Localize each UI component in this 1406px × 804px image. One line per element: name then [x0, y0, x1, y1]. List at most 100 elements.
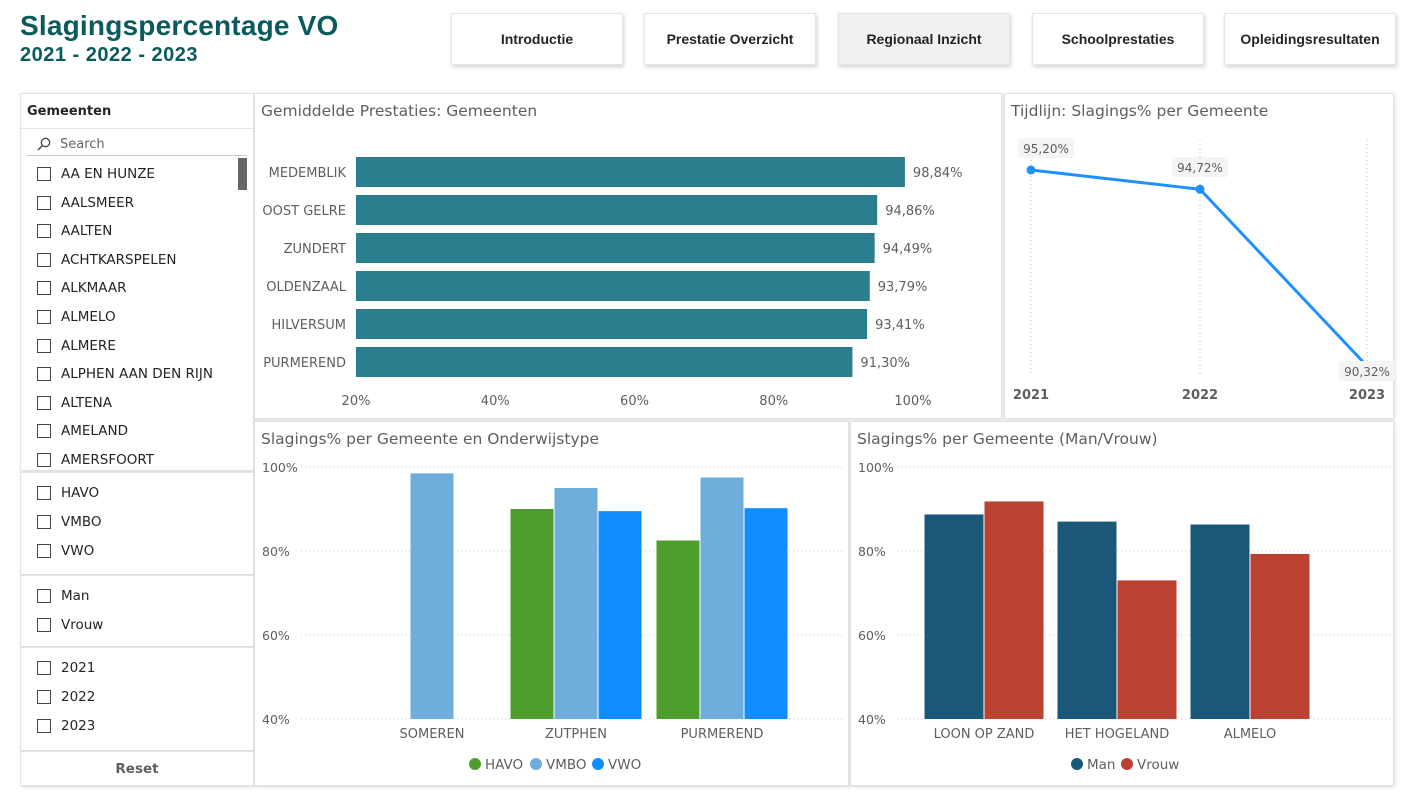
jaar-item-label: 2021 — [61, 660, 96, 676]
slicer-search-input[interactable]: Search — [27, 134, 247, 156]
line-chart-svg: 95,20% 2021 94,72% 2022 90,32% 2023 — [1013, 138, 1395, 403]
bar-purmerend-havo[interactable] — [656, 540, 700, 720]
gemeente-item-aalten[interactable]: AALTEN — [37, 221, 112, 241]
gemeenten-slicer: Gemeenten Search AA EN HUNZE AALSMEER AALT… — [20, 93, 255, 471]
gemeente-item-almelo[interactable]: ALMELO — [37, 307, 116, 327]
bar-purmerend-vmbo[interactable] — [700, 477, 744, 720]
checkbox[interactable] — [37, 395, 51, 410]
checkbox[interactable] — [37, 486, 51, 500]
bar-oldenzaal[interactable] — [356, 271, 870, 301]
geslacht-item-label: Man — [61, 588, 90, 604]
bar-het-hogeland-vrouw[interactable] — [1117, 580, 1177, 719]
nav-schoolprestaties-button[interactable]: Schoolprestaties — [1032, 13, 1204, 65]
slicer-scrollbar-thumb[interactable] — [238, 158, 247, 190]
checkbox[interactable] — [37, 424, 51, 439]
checkbox[interactable] — [37, 690, 51, 704]
bar-loon-op-zand-man[interactable] — [924, 514, 984, 719]
bar-oost-gelre[interactable] — [356, 195, 878, 225]
line-data-label: 95,20% — [1023, 142, 1069, 156]
bar-purmerend-vwo[interactable] — [744, 508, 788, 719]
checkbox[interactable] — [37, 453, 51, 467]
checkbox[interactable] — [37, 544, 51, 558]
bar-data-label: 98,84% — [913, 166, 963, 181]
gemeenten-slicer-title: Gemeenten — [27, 104, 112, 119]
gender-chart-svg: 100% 80% 60% 40% LOON OP ZAND HET HOGELAND ALM… — [858, 460, 1391, 773]
y-tick-label: 100% — [858, 460, 894, 475]
bar-almelo-vrouw[interactable] — [1250, 553, 1310, 719]
checkbox[interactable] — [37, 589, 51, 603]
legend-marker-vmbo — [530, 758, 542, 770]
legend-marker-vrouw — [1121, 758, 1133, 770]
bar-loon-op-zand-vrouw[interactable] — [984, 501, 1044, 719]
geslacht-item-man[interactable]: Man — [37, 586, 89, 606]
gemeente-item-label: ALMELO — [61, 309, 116, 325]
bar-zutphen-vwo[interactable] — [598, 511, 642, 719]
bar-someren-vmbo[interactable] — [410, 473, 454, 719]
x-tick-label: SOMEREN — [400, 727, 465, 742]
gemeente-item-alkmaar[interactable]: ALKMAAR — [37, 278, 126, 298]
checkbox[interactable] — [37, 310, 51, 324]
gemeente-item-alphen-aan-den-rijn[interactable]: ALPHEN AAN DEN RIJN — [37, 364, 213, 384]
onderwijstype-item-label: HAVO — [61, 485, 100, 501]
gemeente-item-label: ACHTKARSPELEN — [61, 251, 177, 268]
bar-almelo-man[interactable] — [1190, 524, 1250, 719]
checkbox[interactable] — [37, 719, 51, 733]
gemeente-item-label: ALTENA — [61, 394, 113, 411]
reset-button[interactable]: Reset — [20, 751, 254, 786]
checkbox[interactable] — [37, 252, 51, 267]
bar-hilversum[interactable] — [356, 309, 868, 339]
bar-zutphen-havo[interactable] — [510, 509, 554, 719]
jaar-item-2023[interactable]: 2023 — [37, 716, 95, 736]
data-point[interactable] — [1026, 165, 1036, 175]
tijdlijn-chart: Tijdlijn: Slagings% per Gemeente 95,20% 2… — [1004, 93, 1395, 419]
gemeente-item-label: AMELAND — [61, 423, 128, 440]
bar-medemblik[interactable] — [356, 157, 905, 187]
y-tick-label: 80% — [858, 544, 886, 559]
bar-data-label: 93,41% — [875, 318, 925, 333]
bar-zutphen-vmbo[interactable] — [554, 488, 598, 719]
gemeente-item-almere[interactable]: ALMERE — [37, 336, 116, 356]
series-line — [1030, 168, 1369, 368]
nav-introductie-button[interactable]: Introductie — [451, 13, 623, 65]
onderwijstype-item-vmbo[interactable]: VMBO — [37, 512, 102, 532]
y-tick-label: 60% — [262, 628, 290, 643]
bar-category-label: OLDENZAAL — [266, 280, 346, 295]
checkbox[interactable] — [37, 367, 51, 382]
data-point[interactable] — [1195, 184, 1205, 194]
onderwijstype-item-vwo[interactable]: VWO — [37, 541, 94, 561]
nav-regionaal-inzicht-button[interactable]: Regionaal Inzicht — [838, 13, 1010, 65]
checkbox[interactable] — [37, 661, 51, 675]
search-placeholder: Search — [60, 137, 105, 152]
gemeente-item-aalsmeer[interactable]: AALSMEER — [37, 193, 134, 213]
gemeente-item-amersfoort[interactable]: AMERSFOORT — [37, 450, 154, 470]
x-tick-label: 100% — [894, 394, 931, 409]
onderwijstype-item-havo[interactable]: HAVO — [37, 483, 99, 503]
jaar-item-2021[interactable]: 2021 — [37, 658, 95, 678]
bar-purmerend[interactable] — [356, 347, 853, 377]
bar-het-hogeland-man[interactable] — [1057, 521, 1117, 719]
x-tick-label: 40% — [481, 394, 510, 409]
checkbox[interactable] — [37, 224, 51, 239]
jaar-slicer: 2021 2022 2023 — [20, 647, 254, 751]
bar-zundert[interactable] — [356, 233, 875, 263]
geslacht-item-vrouw[interactable]: Vrouw — [37, 615, 103, 635]
checkbox[interactable] — [37, 167, 51, 181]
checkbox[interactable] — [37, 281, 51, 296]
jaar-item-label: 2023 — [61, 718, 96, 734]
nav-opleidingsresultaten-button[interactable]: Opleidingsresultaten — [1224, 13, 1396, 65]
checkbox[interactable] — [37, 195, 51, 210]
nav-prestatie-overzicht-button[interactable]: Prestatie Overzicht — [644, 13, 816, 65]
gemeente-item-aa-en-hunze[interactable]: AA EN HUNZE — [37, 164, 155, 184]
bar-data-label: 94,86% — [885, 204, 935, 219]
checkbox[interactable] — [37, 338, 51, 353]
legend-label-vmbo: VMBO — [546, 757, 587, 773]
edu-chart-svg: 100% 80% 60% 40% SOMEREN ZUTPHEN PURMEREND HAVO… — [262, 460, 845, 773]
gemeente-item-achtkarspelen[interactable]: ACHTKARSPELEN — [37, 250, 176, 270]
gemeente-item-ameland[interactable]: AMELAND — [37, 421, 128, 441]
jaar-item-2022[interactable]: 2022 — [37, 687, 95, 707]
onderwijstype-chart: Slagings% per Gemeente en Onderwijstype … — [254, 421, 849, 786]
checkbox[interactable] — [37, 515, 51, 529]
gemeente-item-altena[interactable]: ALTENA — [37, 393, 112, 413]
bar-category-label: PURMEREND — [263, 356, 346, 371]
checkbox[interactable] — [37, 618, 51, 632]
